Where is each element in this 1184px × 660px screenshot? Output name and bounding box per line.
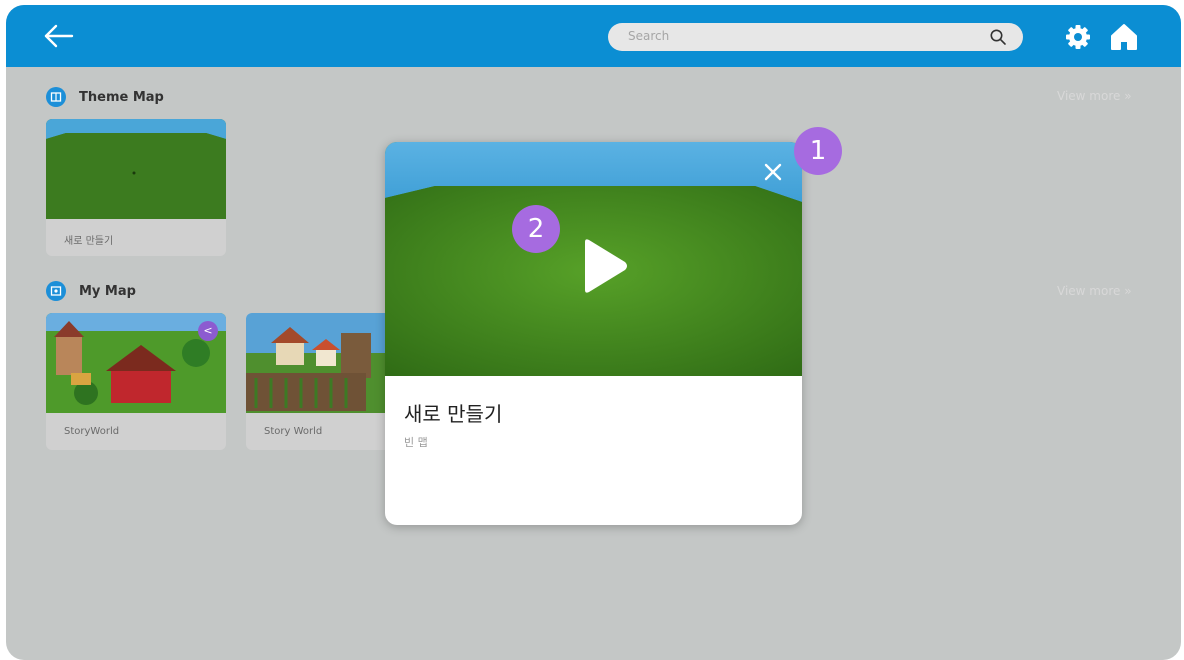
map-preview-modal: 새로 만들기 빈 맵 <box>385 142 802 525</box>
modal-subtitle: 빈 맵 <box>404 436 428 449</box>
share-icon[interactable]: < <box>198 321 218 341</box>
card-label: 새로 만들기 <box>64 236 114 247</box>
card-label: StoryWorld <box>64 426 120 437</box>
section-title: Theme Map <box>79 89 164 105</box>
close-icon[interactable] <box>761 160 785 184</box>
back-arrow-icon[interactable] <box>42 19 76 53</box>
view-more-link[interactable]: View more » <box>1057 89 1132 103</box>
card-label: Story World <box>264 426 323 437</box>
theme-map-icon <box>46 87 66 107</box>
my-map-icon <box>46 281 66 301</box>
section-title: My Map <box>79 283 136 299</box>
modal-title: 새로 만들기 <box>404 402 503 426</box>
view-more-link[interactable]: View more » <box>1057 284 1132 298</box>
map-card[interactable]: < StoryWorld <box>46 313 226 450</box>
search-input[interactable]: Search <box>608 23 1023 51</box>
play-icon[interactable] <box>571 236 631 296</box>
app-window: Search Theme Map View more » 새로 만들기 My M… <box>6 5 1181 660</box>
home-icon[interactable] <box>1108 21 1140 53</box>
gear-icon[interactable] <box>1063 22 1093 52</box>
section-my-map: My Map <box>46 281 136 301</box>
top-bar: Search <box>6 5 1181 67</box>
map-card[interactable]: 새로 만들기 <box>46 119 226 256</box>
search-placeholder: Search <box>628 29 670 43</box>
card-thumbnail <box>46 119 226 219</box>
section-theme-map: Theme Map <box>46 87 164 107</box>
annotation-badge-1: 1 <box>794 127 842 175</box>
search-icon[interactable] <box>989 28 1007 46</box>
annotation-badge-2: 2 <box>512 205 560 253</box>
